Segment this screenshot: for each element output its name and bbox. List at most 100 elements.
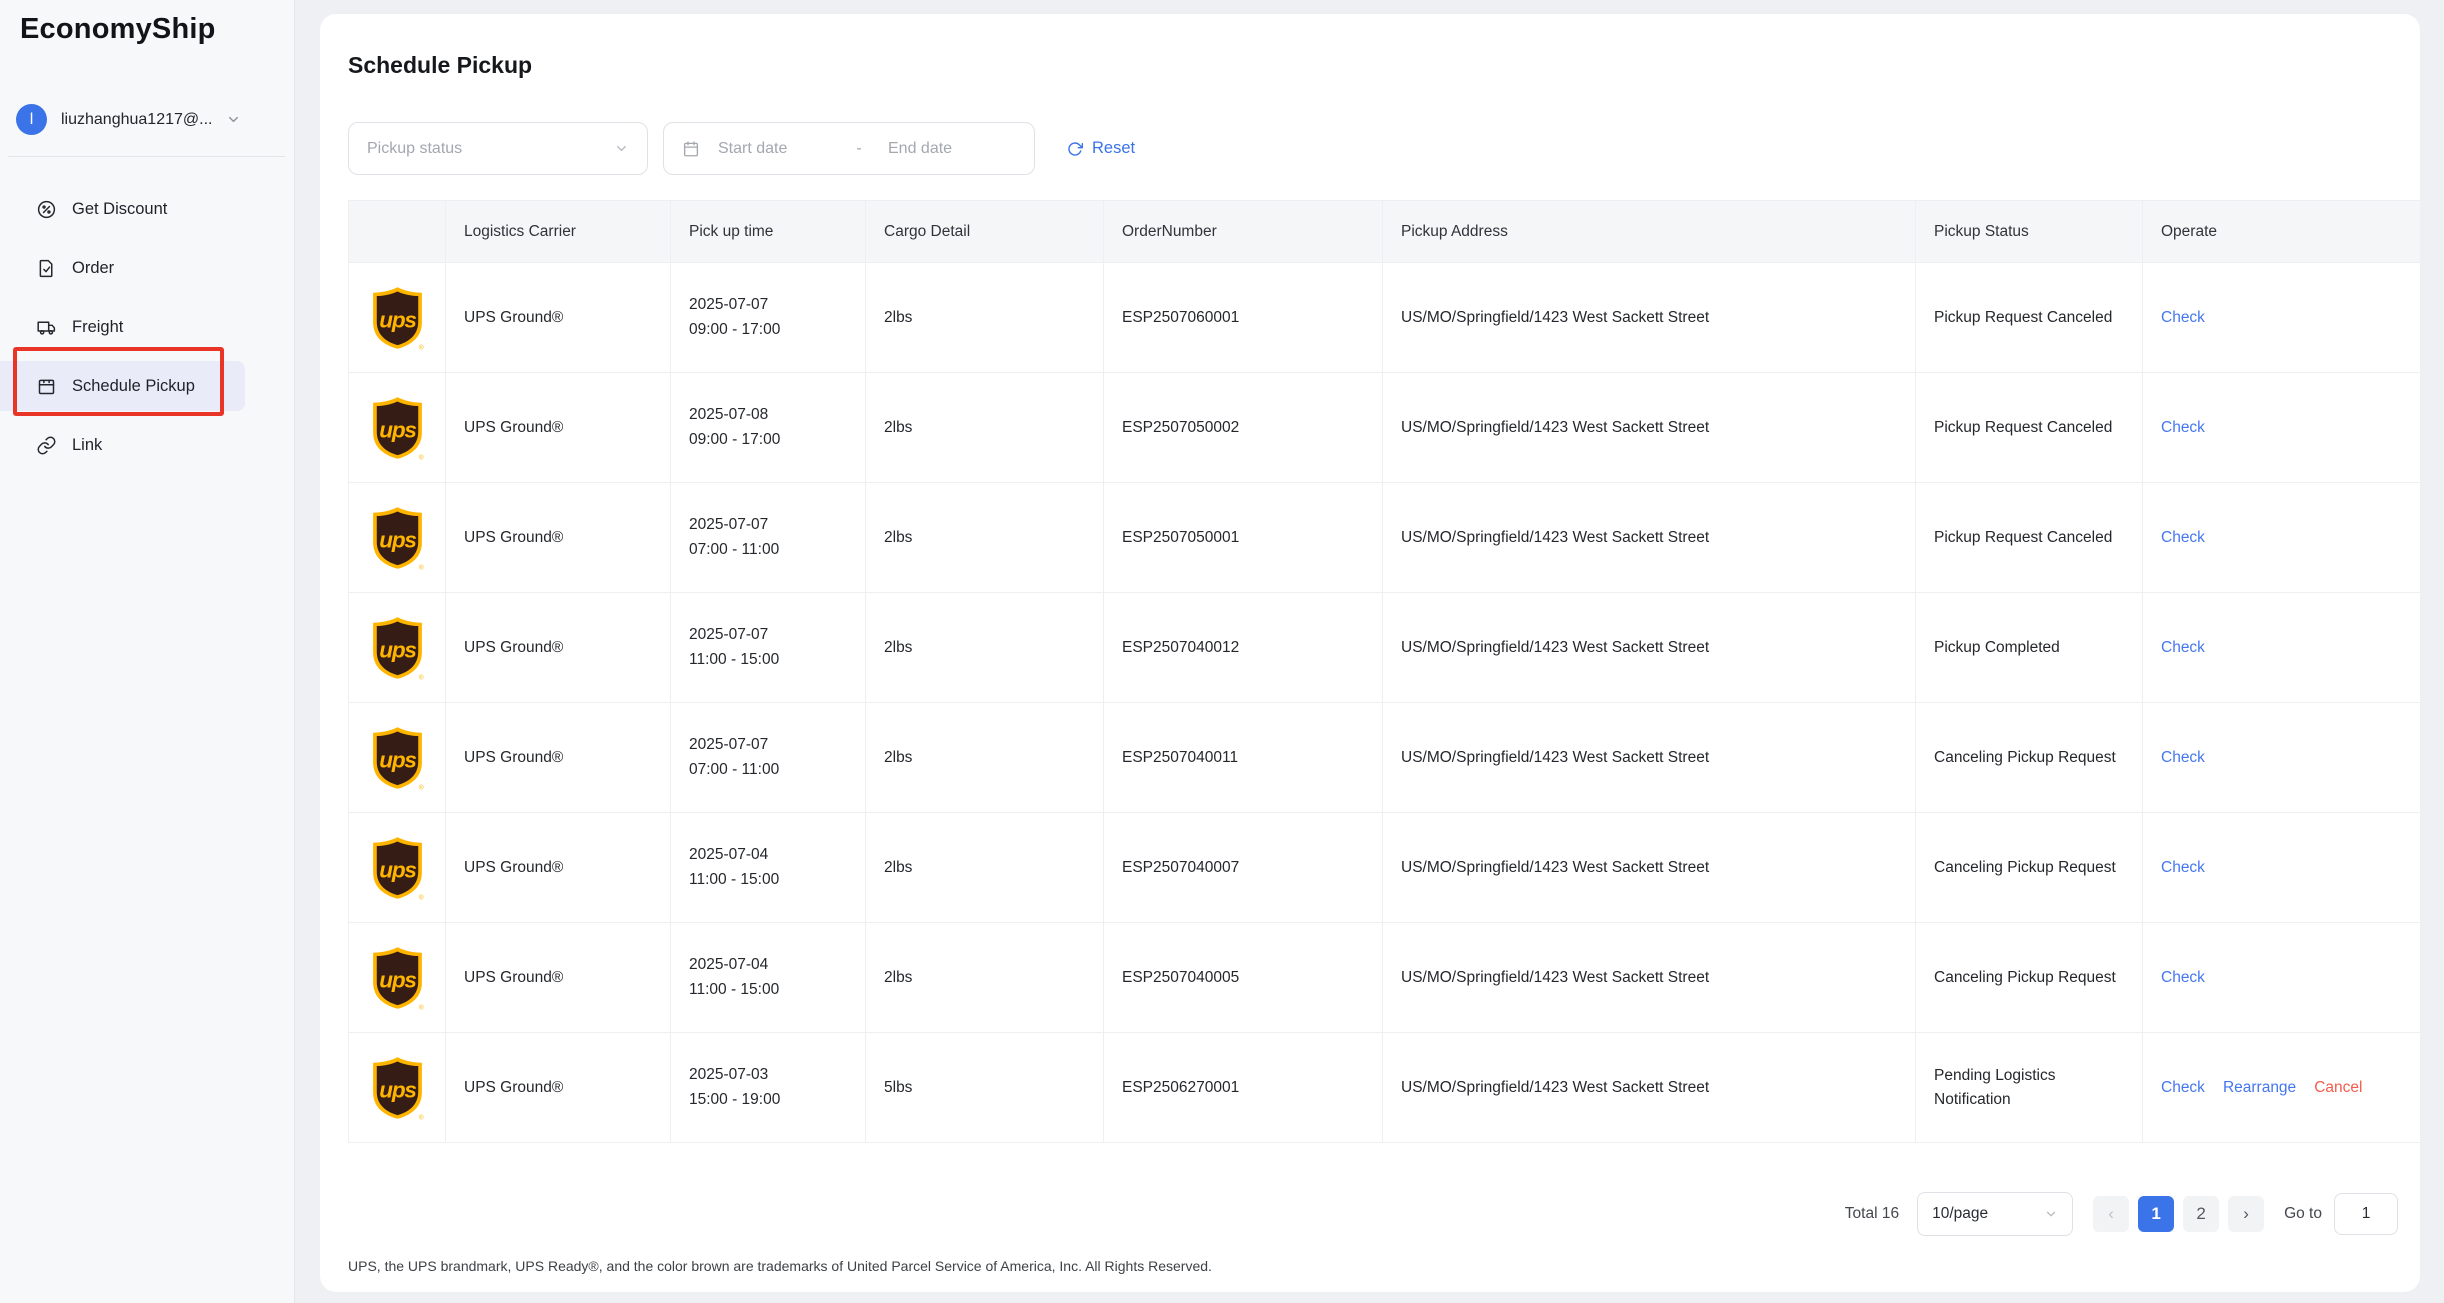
pickup-status: Pickup Request Canceled xyxy=(1934,526,2112,549)
goto-label: Go to xyxy=(2284,1205,2322,1223)
page-button-2[interactable]: 2 xyxy=(2183,1196,2219,1232)
discount-icon xyxy=(36,199,57,220)
reset-label: Reset xyxy=(1092,139,1135,158)
order-number: ESP2507050001 xyxy=(1122,529,1239,546)
pickup-address: US/MO/Springfield/1423 West Sackett Stre… xyxy=(1401,749,1709,766)
table-row: ups® UPS Ground® 2025-07-0707:00 - 11:00… xyxy=(349,483,2421,593)
pickup-window: 07:00 - 11:00 xyxy=(689,758,847,782)
ups-logo: ups® xyxy=(370,309,425,326)
col-pickup-status: Pickup Status xyxy=(1916,201,2143,263)
check-link[interactable]: Check xyxy=(2161,529,2205,546)
order-icon xyxy=(36,258,57,279)
svg-text:®: ® xyxy=(418,893,423,900)
sidebar-item-label: Link xyxy=(72,436,102,455)
pickup-date: 2025-07-04 xyxy=(689,843,847,867)
sidebar-item-get-discount[interactable]: Get Discount xyxy=(0,184,245,234)
operate-cell: Check xyxy=(2143,813,2421,923)
pickup-window: 11:00 - 15:00 xyxy=(689,868,847,892)
cargo-detail: 2lbs xyxy=(884,639,912,656)
svg-text:®: ® xyxy=(418,453,423,460)
page-size-value: 10/page xyxy=(1932,1205,1988,1223)
page-button-1[interactable]: 1 xyxy=(2138,1196,2174,1232)
pickup-date: 2025-07-04 xyxy=(689,953,847,977)
check-link[interactable]: Check xyxy=(2161,749,2205,766)
pickup-address: US/MO/Springfield/1423 West Sackett Stre… xyxy=(1401,1079,1709,1096)
prev-page-button[interactable]: ‹ xyxy=(2093,1196,2129,1232)
table-row: ups® UPS Ground® 2025-07-0411:00 - 15:00… xyxy=(349,923,2421,1033)
pickup-date: 2025-07-07 xyxy=(689,513,847,537)
col-order-number: OrderNumber xyxy=(1104,201,1383,263)
ups-logo: ups® xyxy=(370,859,425,876)
pickup-address: US/MO/Springfield/1423 West Sackett Stre… xyxy=(1401,639,1709,656)
sidebar-item-link[interactable]: Link xyxy=(0,420,245,470)
col-pickup-address: Pickup Address xyxy=(1383,201,1916,263)
check-link[interactable]: Check xyxy=(2161,969,2205,986)
sidebar-item-freight[interactable]: Freight xyxy=(0,302,245,352)
carrier-name: UPS Ground® xyxy=(464,1079,563,1096)
ups-logo: ups® xyxy=(370,419,425,436)
start-date-input[interactable]: Start date xyxy=(718,140,830,158)
ups-logo: ups® xyxy=(370,969,425,986)
svg-text:ups: ups xyxy=(379,967,416,992)
cancel-link[interactable]: Cancel xyxy=(2314,1079,2362,1096)
pickup-status: Canceling Pickup Request xyxy=(1934,966,2116,989)
pickup-status: Pending Logistics Notification xyxy=(1934,1064,2124,1111)
check-link[interactable]: Check xyxy=(2161,859,2205,876)
pickup-address: US/MO/Springfield/1423 West Sackett Stre… xyxy=(1401,859,1709,876)
date-range-picker[interactable]: Start date - End date xyxy=(663,122,1035,175)
next-page-button[interactable]: › xyxy=(2228,1196,2264,1232)
carrier-name: UPS Ground® xyxy=(464,419,563,436)
reset-button[interactable]: Reset xyxy=(1067,139,1135,158)
pickup-address: US/MO/Springfield/1423 West Sackett Stre… xyxy=(1401,969,1709,986)
refresh-icon xyxy=(1067,141,1083,157)
rearrange-link[interactable]: Rearrange xyxy=(2223,1079,2296,1096)
sidebar-divider xyxy=(8,156,285,157)
pickup-window: 11:00 - 15:00 xyxy=(689,978,847,1002)
operate-cell: Check xyxy=(2143,373,2421,483)
svg-text:ups: ups xyxy=(379,1077,416,1102)
pickup-table: Logistics Carrier Pick up time Cargo Det… xyxy=(348,200,2421,1143)
check-link[interactable]: Check xyxy=(2161,1079,2205,1096)
col-logistics-carrier: Logistics Carrier xyxy=(446,201,671,263)
pickup-date: 2025-07-07 xyxy=(689,623,847,647)
pickup-window: 07:00 - 11:00 xyxy=(689,538,847,562)
svg-text:ups: ups xyxy=(379,857,416,882)
page-size-select[interactable]: 10/page xyxy=(1917,1192,2073,1236)
svg-text:ups: ups xyxy=(379,637,416,662)
chevron-down-icon xyxy=(614,141,629,156)
svg-text:®: ® xyxy=(418,673,423,680)
pickup-date: 2025-07-07 xyxy=(689,733,847,757)
goto-page-input[interactable] xyxy=(2334,1193,2398,1235)
sidebar-item-order[interactable]: Order xyxy=(0,243,245,293)
carrier-name: UPS Ground® xyxy=(464,529,563,546)
order-number: ESP2506270001 xyxy=(1122,1079,1239,1096)
operate-cell: Check xyxy=(2143,703,2421,813)
end-date-input[interactable]: End date xyxy=(888,140,1016,158)
cargo-detail: 2lbs xyxy=(884,419,912,436)
freight-icon xyxy=(36,317,57,338)
check-link[interactable]: Check xyxy=(2161,309,2205,326)
filter-bar: Pickup status Start date - End date Rese… xyxy=(348,122,1135,175)
carrier-name: UPS Ground® xyxy=(464,639,563,656)
svg-text:®: ® xyxy=(418,1003,423,1010)
user-account[interactable]: l liuzhanghua1217@... xyxy=(16,104,241,135)
check-link[interactable]: Check xyxy=(2161,639,2205,656)
pickup-date: 2025-07-08 xyxy=(689,403,847,427)
col-cargo-detail: Cargo Detail xyxy=(866,201,1104,263)
trademark-disclaimer: UPS, the UPS brandmark, UPS Ready®, and … xyxy=(348,1258,1212,1274)
sidebar: EconomyShip l liuzhanghua1217@... Get Di… xyxy=(0,0,295,1303)
pickup-status: Pickup Request Canceled xyxy=(1934,416,2112,439)
sidebar-item-schedule-pickup[interactable]: Schedule Pickup xyxy=(0,361,245,411)
operate-cell: Check Rearrange Cancel xyxy=(2143,1033,2421,1143)
date-range-separator: - xyxy=(830,140,888,158)
check-link[interactable]: Check xyxy=(2161,419,2205,436)
ups-logo: ups® xyxy=(370,639,425,656)
pickup-status: Pickup Request Canceled xyxy=(1934,306,2112,329)
carrier-name: UPS Ground® xyxy=(464,859,563,876)
svg-text:ups: ups xyxy=(379,417,416,442)
page-title: Schedule Pickup xyxy=(348,52,532,79)
svg-text:®: ® xyxy=(418,343,423,350)
operate-cell: Check xyxy=(2143,263,2421,373)
pickup-status-select[interactable]: Pickup status xyxy=(348,122,648,175)
svg-text:ups: ups xyxy=(379,307,416,332)
